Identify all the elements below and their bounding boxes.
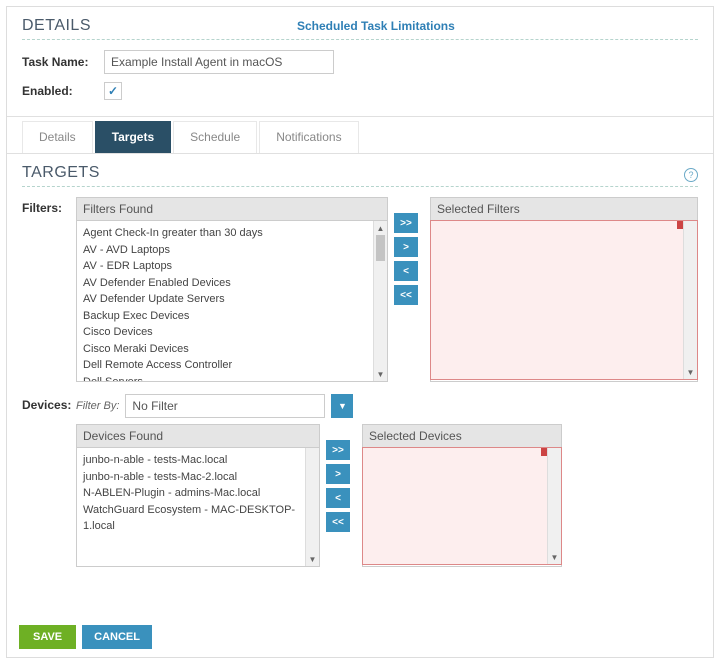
selected-devices-panel: Selected Devices ▼ — [362, 424, 562, 567]
list-item[interactable]: Cisco Meraki Devices — [83, 341, 381, 358]
scroll-down-icon[interactable]: ▼ — [548, 550, 561, 564]
targets-section: TARGETS ? Filters: Filters Found Agent C… — [7, 154, 713, 589]
list-item[interactable]: AV Defender Enabled Devices — [83, 275, 381, 292]
tab-details[interactable]: Details — [22, 121, 93, 153]
targets-title: TARGETS — [22, 164, 100, 182]
enabled-checkbox[interactable]: ✓ — [104, 82, 122, 100]
remove-button[interactable]: < — [326, 488, 350, 508]
list-item[interactable]: junbo-n-able - tests-Mac-2.local — [83, 469, 313, 486]
filter-by-input[interactable] — [125, 394, 325, 418]
list-item[interactable]: Backup Exec Devices — [83, 308, 381, 325]
tab-targets[interactable]: Targets — [95, 121, 171, 153]
selected-filters-list[interactable]: ▼ — [430, 220, 698, 380]
task-name-row: Task Name: — [22, 50, 698, 74]
scrollbar[interactable]: ▼ — [305, 448, 319, 566]
task-name-label: Task Name: — [22, 55, 104, 69]
selected-filters-header: Selected Filters — [431, 198, 697, 221]
save-button[interactable]: SAVE — [19, 625, 76, 649]
task-name-input[interactable] — [104, 50, 334, 74]
list-item[interactable]: N-ABLEN-Plugin - admins-Mac.local — [83, 485, 313, 502]
filters-row: Filters: Filters Found Agent Check-In gr… — [22, 197, 698, 382]
scroll-up-icon[interactable]: ▲ — [374, 221, 387, 235]
devices-found-panel: Devices Found junbo-n-able - tests-Mac.l… — [76, 424, 320, 567]
tab-schedule[interactable]: Schedule — [173, 121, 257, 153]
devices-row: Devices: Filter By: ▼ Devices Found junb… — [22, 394, 698, 567]
footer-buttons: SAVE CANCEL — [19, 625, 152, 649]
help-icon[interactable]: ? — [684, 168, 698, 182]
enabled-row: Enabled: ✓ — [22, 82, 698, 100]
scroll-down-icon[interactable]: ▼ — [306, 552, 319, 566]
filters-found-header: Filters Found — [77, 198, 387, 221]
divider — [22, 39, 698, 40]
add-button[interactable]: > — [326, 464, 350, 484]
selected-devices-header: Selected Devices — [363, 425, 561, 448]
filters-label: Filters: — [22, 197, 76, 382]
add-button[interactable]: > — [394, 237, 418, 257]
devices-found-header: Devices Found — [77, 425, 319, 448]
remove-button[interactable]: < — [394, 261, 418, 281]
scrollbar[interactable]: ▼ — [683, 221, 697, 379]
app-window: Scheduled Task Limitations DETAILS Task … — [6, 6, 714, 658]
list-item[interactable]: Agent Check-In greater than 30 days — [83, 225, 381, 242]
selected-devices-list[interactable]: ▼ — [362, 447, 562, 565]
list-item[interactable]: AV - AVD Laptops — [83, 242, 381, 259]
list-item[interactable]: Dell Remote Access Controller — [83, 357, 381, 374]
scheduled-task-limitations-link[interactable]: Scheduled Task Limitations — [297, 19, 455, 33]
tab-notifications[interactable]: Notifications — [259, 121, 358, 153]
list-item[interactable]: Cisco Devices — [83, 324, 381, 341]
list-item[interactable]: AV Defender Update Servers — [83, 291, 381, 308]
add-all-button[interactable]: >> — [394, 213, 418, 233]
filters-found-panel: Filters Found Agent Check-In greater tha… — [76, 197, 388, 382]
add-all-button[interactable]: >> — [326, 440, 350, 460]
enabled-label: Enabled: — [22, 84, 104, 98]
tabs-bar: Details Targets Schedule Notifications — [7, 116, 713, 154]
divider — [22, 186, 698, 187]
list-item[interactable]: WatchGuard Ecosystem - MAC-DESKTOP-1.loc… — [83, 502, 313, 535]
list-item[interactable]: AV - EDR Laptops — [83, 258, 381, 275]
scroll-down-icon[interactable]: ▼ — [374, 367, 387, 381]
devices-found-list[interactable]: junbo-n-able - tests-Mac.local junbo-n-a… — [77, 448, 319, 566]
scroll-down-icon[interactable]: ▼ — [684, 365, 697, 379]
filter-by-label: Filter By: — [76, 400, 119, 412]
selected-filters-panel: Selected Filters ▼ — [430, 197, 698, 382]
filter-by-dropdown-button[interactable]: ▼ — [331, 394, 353, 418]
list-item[interactable]: Dell Servers — [83, 374, 381, 382]
filters-found-list[interactable]: Agent Check-In greater than 30 days AV -… — [77, 221, 387, 381]
filters-transfer-buttons: >> > < << — [388, 197, 424, 382]
devices-label: Devices: — [22, 394, 76, 567]
list-item[interactable]: junbo-n-able - tests-Mac.local — [83, 452, 313, 469]
remove-all-button[interactable]: << — [326, 512, 350, 532]
remove-all-button[interactable]: << — [394, 285, 418, 305]
scrollbar[interactable]: ▼ — [547, 448, 561, 564]
scroll-thumb[interactable] — [376, 235, 385, 261]
cancel-button[interactable]: CANCEL — [82, 625, 152, 649]
scrollbar[interactable]: ▲ ▼ — [373, 221, 387, 381]
devices-transfer-buttons: >> > < << — [320, 424, 356, 567]
filter-by-row: Filter By: ▼ — [76, 394, 562, 418]
